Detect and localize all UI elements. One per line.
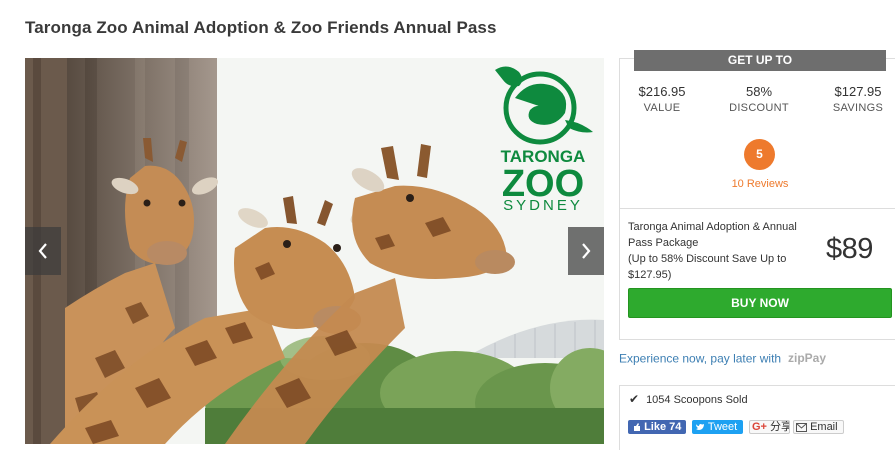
- savings-amount: $127.95: [834, 84, 882, 99]
- value-label: VALUE: [643, 102, 681, 114]
- twitter-bird-icon: [696, 424, 704, 430]
- get-up-to-banner: GET UP TO: [634, 50, 886, 71]
- zippay-text: Experience now, pay later with: [619, 351, 782, 366]
- deal-image-carousel[interactable]: TARONGA ZOO SYDNEY: [25, 58, 604, 444]
- buy-now-button[interactable]: BUY NOW: [628, 288, 892, 318]
- package-detail: (Up to 58% Discount Save Up to $127.95): [628, 253, 787, 281]
- rating-badge: 5: [744, 139, 775, 170]
- facebook-like-label: Like 74: [644, 421, 682, 433]
- scoopons-sold: ✔ 1054 Scoopons Sold: [629, 392, 748, 406]
- tweet-button[interactable]: Tweet: [692, 420, 743, 434]
- checkmark-icon: ✔: [629, 392, 640, 406]
- envelope-icon: [796, 423, 807, 432]
- package-name: Taronga Animal Adoption & Annual Pass Pa…: [628, 221, 797, 249]
- carousel-next-button[interactable]: [568, 227, 604, 275]
- savings-label: SAVINGS: [832, 102, 884, 114]
- value-amount: $216.95: [638, 84, 686, 99]
- logo-line3: SYDNEY: [503, 197, 583, 214]
- sold-text: 1054 Scoopons Sold: [646, 394, 748, 406]
- package-description: Taronga Animal Adoption & Annual Pass Pa…: [628, 219, 820, 283]
- stat-savings: $127.95 SAVINGS: [826, 84, 890, 116]
- email-share-button[interactable]: Email: [793, 420, 844, 434]
- chevron-right-icon: [582, 243, 591, 259]
- discount-label: DISCOUNT: [729, 102, 789, 114]
- panel-divider: [620, 208, 895, 209]
- reviews-link[interactable]: 10 Reviews: [719, 178, 801, 190]
- thumbs-up-icon: [634, 423, 640, 431]
- email-label: Email: [810, 421, 838, 433]
- zippay-logo: zipPay: [788, 351, 832, 368]
- stat-discount: 58% DISCOUNT: [726, 84, 792, 116]
- carousel-prev-button[interactable]: [25, 227, 61, 275]
- deal-price: $89: [826, 233, 873, 265]
- tweet-label: Tweet: [707, 421, 738, 433]
- google-share-button[interactable]: G+ 分享: [749, 420, 790, 434]
- facebook-like-button[interactable]: Like 74: [628, 420, 686, 434]
- stat-value: $216.95 VALUE: [630, 84, 694, 116]
- svg-text:zipPay: zipPay: [788, 351, 826, 365]
- google-g-icon: G+: [752, 421, 767, 433]
- chevron-left-icon: [38, 243, 47, 259]
- zippay-promo[interactable]: Experience now, pay later with zipPay: [619, 351, 832, 368]
- page-title: Taronga Zoo Animal Adoption & Zoo Friend…: [25, 18, 497, 37]
- giraffes-photo: TARONGA ZOO SYDNEY: [25, 58, 604, 444]
- discount-amount: 58%: [745, 84, 773, 99]
- google-share-label: 分享: [770, 421, 790, 433]
